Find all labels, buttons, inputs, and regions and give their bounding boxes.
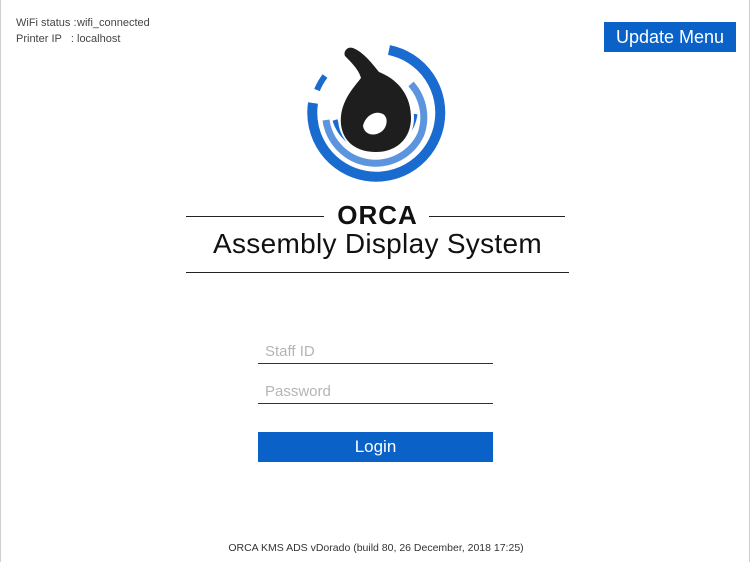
wifi-status-label: WiFi status : bbox=[16, 17, 77, 29]
brand-subtitle: Assembly Display System bbox=[213, 228, 542, 259]
printer-ip-row: Printer IP : localhost bbox=[16, 31, 150, 47]
wifi-status-row: WiFi status : wifi_connected bbox=[16, 15, 150, 31]
password-input[interactable] bbox=[258, 380, 493, 404]
build-info: ORCA KMS ADS vDorado (build 80, 26 Decem… bbox=[228, 542, 524, 554]
orca-logo-icon bbox=[307, 45, 446, 182]
printer-ip-value: localhost bbox=[77, 33, 121, 45]
brand-name: ORCA bbox=[337, 200, 418, 230]
staff-id-input[interactable] bbox=[258, 340, 493, 364]
brand-divider-bottom bbox=[186, 272, 569, 273]
printer-ip-label: Printer IP : bbox=[16, 33, 74, 45]
status-panel: WiFi status : wifi_connected Printer IP … bbox=[16, 15, 150, 47]
wifi-status-value: wifi_connected bbox=[77, 17, 150, 29]
login-button[interactable]: Login bbox=[258, 432, 493, 462]
update-menu-button[interactable]: Update Menu bbox=[604, 22, 736, 52]
